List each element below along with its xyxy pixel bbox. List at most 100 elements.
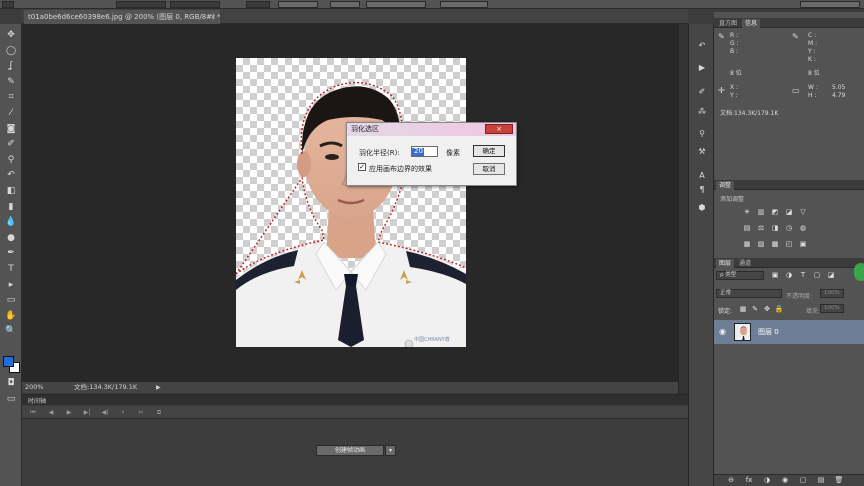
filter-adjust-icon[interactable]: ◑ bbox=[784, 271, 794, 280]
adjustment-icon-0[interactable]: ☀ bbox=[742, 208, 752, 217]
tab-histogram[interactable]: 直方图 bbox=[716, 19, 740, 28]
quick-mask-icon[interactable]: ◘ bbox=[3, 376, 19, 390]
timeline-control-0[interactable]: ⏮ bbox=[28, 408, 38, 417]
apply-canvas-bounds-checkbox[interactable]: ✓ bbox=[358, 163, 366, 171]
layers-action-icon-0[interactable]: ⊖ bbox=[726, 476, 736, 485]
timeline-control-7[interactable]: ⧉ bbox=[154, 408, 164, 417]
close-tab-icon[interactable]: × bbox=[210, 10, 216, 24]
layers-action-icon-3[interactable]: ◉ bbox=[780, 476, 790, 485]
adjustment-icon-9[interactable]: ◍ bbox=[798, 224, 808, 233]
healing-brush-tool-icon[interactable]: ◙ bbox=[3, 122, 19, 136]
brush-panel-icon[interactable]: ⁂ bbox=[695, 106, 709, 118]
paragraph-icon[interactable]: ¶ bbox=[695, 184, 709, 196]
zoom-level[interactable]: 200% bbox=[25, 382, 44, 393]
foreground-color-swatch[interactable] bbox=[3, 356, 14, 367]
quick-select-tool-icon[interactable]: ✎ bbox=[3, 75, 19, 89]
timeline-control-6[interactable]: ✂ bbox=[136, 408, 146, 417]
dialog-close-button[interactable]: × bbox=[485, 124, 513, 134]
filter-type-icon[interactable]: T bbox=[798, 271, 808, 280]
lock-move-icon[interactable]: ✥ bbox=[762, 305, 772, 314]
document-canvas[interactable]: 中国CHRANY尊 bbox=[236, 58, 466, 347]
adjustment-icon-1[interactable]: ▥ bbox=[756, 208, 766, 217]
adjustment-icon-12[interactable]: ▩ bbox=[770, 240, 780, 249]
document-tab[interactable]: t01a0be6d6ce60398e6.jpg @ 200% (图层 0, RG… bbox=[24, 10, 221, 24]
status-menu-arrow-icon[interactable]: ▶ bbox=[156, 382, 161, 393]
options-field-3[interactable] bbox=[246, 1, 270, 8]
move-tool-icon[interactable]: ✥ bbox=[3, 28, 19, 42]
tool-preset-picker[interactable] bbox=[2, 1, 14, 8]
lock-transparent-icon[interactable]: ▦ bbox=[738, 305, 748, 314]
brush-tool-icon[interactable]: ✐ bbox=[3, 137, 19, 151]
pen-tool-icon[interactable]: ✒ bbox=[3, 246, 19, 260]
adjustment-icon-4[interactable]: ▽ bbox=[798, 208, 808, 217]
layer-row[interactable]: ◉ 图层 0 bbox=[714, 320, 864, 344]
timeline-control-5[interactable]: ⚬ bbox=[118, 408, 128, 417]
adjustment-icon-6[interactable]: ⚖ bbox=[756, 224, 766, 233]
vertical-scrollbar[interactable] bbox=[678, 24, 688, 394]
actions-icon[interactable]: ▶ bbox=[695, 62, 709, 74]
timeline-control-3[interactable]: ▶| bbox=[82, 408, 92, 417]
screen-mode-icon[interactable]: ▭ bbox=[3, 392, 19, 406]
tab-info[interactable]: 信息 bbox=[742, 19, 761, 28]
lasso-tool-icon[interactable]: ʆ bbox=[3, 59, 19, 73]
options-checkbox-3[interactable] bbox=[366, 1, 426, 8]
adjustment-icon-13[interactable]: ◰ bbox=[784, 240, 794, 249]
marquee-tool-icon[interactable]: ◯ bbox=[3, 44, 19, 58]
clone-source-icon[interactable]: ⚲ bbox=[695, 128, 709, 140]
shape-tool-icon[interactable]: ▭ bbox=[3, 293, 19, 307]
path-select-tool-icon[interactable]: ▸ bbox=[3, 278, 19, 292]
adjustment-icon-11[interactable]: ▨ bbox=[756, 240, 766, 249]
tab-adjustments[interactable]: 调整 bbox=[716, 181, 735, 190]
layers-action-icon-5[interactable]: ▤ bbox=[816, 476, 826, 485]
timeline-control-4[interactable]: ◀| bbox=[100, 408, 110, 417]
adjustment-icon-10[interactable]: ▦ bbox=[742, 240, 752, 249]
options-checkbox-2[interactable] bbox=[330, 1, 360, 8]
adjustment-icon-5[interactable]: ▤ bbox=[742, 224, 752, 233]
opacity-input[interactable]: 100% bbox=[820, 289, 844, 298]
options-field-2[interactable] bbox=[170, 1, 220, 8]
zoom-tool-icon[interactable]: 🔍 bbox=[3, 324, 19, 338]
adjustment-icon-14[interactable]: ▣ bbox=[798, 240, 808, 249]
clone-stamp-tool-icon[interactable]: ⚲ bbox=[3, 153, 19, 167]
hand-tool-icon[interactable]: ✋ bbox=[3, 309, 19, 323]
filter-pixel-icon[interactable]: ▣ bbox=[770, 271, 780, 280]
refine-edge-button[interactable] bbox=[440, 1, 488, 8]
tab-channels[interactable]: 通道 bbox=[736, 259, 754, 268]
timeline-control-1[interactable]: ◀ bbox=[46, 408, 56, 417]
filter-shape-icon[interactable]: ▢ bbox=[812, 271, 822, 280]
chevron-down-icon[interactable]: ▾ bbox=[385, 445, 396, 456]
adjustment-icon-7[interactable]: ◨ bbox=[770, 224, 780, 233]
tab-layers[interactable]: 图层 bbox=[716, 259, 735, 268]
brush-presets-icon[interactable]: ✐ bbox=[695, 86, 709, 98]
3d-icon[interactable]: ⬢ bbox=[695, 202, 709, 214]
fill-input[interactable]: 100% bbox=[820, 304, 844, 313]
adjustment-icon-8[interactable]: ◷ bbox=[784, 224, 794, 233]
options-field-1[interactable] bbox=[116, 1, 166, 8]
gradient-tool-icon[interactable]: ▮ bbox=[3, 200, 19, 214]
character-icon[interactable]: A bbox=[695, 170, 709, 182]
create-frame-animation-button[interactable]: 创建帧动画 bbox=[316, 445, 384, 456]
adjustment-icon-3[interactable]: ◪ bbox=[784, 208, 794, 217]
eye-visibility-icon[interactable]: ◉ bbox=[719, 327, 726, 336]
layer-name[interactable]: 图层 0 bbox=[758, 327, 779, 337]
timeline-tab[interactable]: 时间轴 bbox=[28, 396, 46, 405]
filter-smart-icon[interactable]: ◪ bbox=[826, 271, 836, 280]
layers-action-icon-1[interactable]: fx bbox=[744, 476, 754, 485]
lock-paint-icon[interactable]: ✎ bbox=[750, 305, 760, 314]
eyedropper-tool-icon[interactable]: ⁄ bbox=[3, 106, 19, 120]
workspace-switcher[interactable] bbox=[800, 1, 860, 8]
crop-tool-icon[interactable]: ⌗ bbox=[3, 90, 19, 104]
lock-all-icon[interactable]: 🔒 bbox=[774, 305, 784, 314]
timeline-control-2[interactable]: ▶ bbox=[64, 408, 74, 417]
blur-tool-icon[interactable]: 💧 bbox=[3, 215, 19, 229]
options-checkbox-1[interactable] bbox=[278, 1, 318, 8]
history-icon[interactable]: ↶ bbox=[695, 40, 709, 52]
layer-kind-filter[interactable]: ρ 类型 bbox=[716, 271, 764, 280]
dodge-tool-icon[interactable]: ● bbox=[3, 231, 19, 245]
layers-action-icon-4[interactable]: ▢ bbox=[798, 476, 808, 485]
tool-presets-icon[interactable]: ⚒ bbox=[695, 146, 709, 158]
type-tool-icon[interactable]: T bbox=[3, 262, 19, 276]
cancel-button[interactable]: 取消 bbox=[473, 163, 505, 175]
ok-button[interactable]: 确定 bbox=[473, 145, 505, 157]
floating-assistant-badge[interactable] bbox=[854, 263, 864, 281]
